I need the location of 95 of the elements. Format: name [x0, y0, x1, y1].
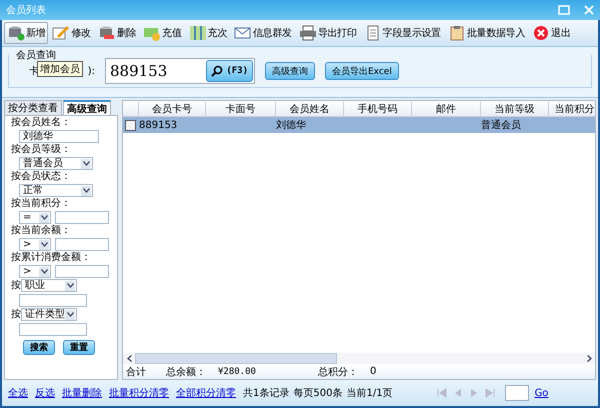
database-add-icon: [7, 25, 25, 41]
tooltip: 增加会员: [37, 61, 83, 77]
operator-dropdown[interactable]: >: [19, 265, 51, 278]
page-field[interactable]: [504, 385, 529, 401]
column-header[interactable]: 邮件: [411, 102, 480, 116]
totals-label: 合计: [126, 366, 147, 378]
tab[interactable]: 按分类查看: [4, 100, 62, 115]
horizontal-scrollbar[interactable]: [123, 353, 595, 364]
database-delete-icon: [98, 25, 116, 41]
window-title: 会员列表: [6, 4, 47, 17]
value-field[interactable]: [55, 211, 109, 224]
filter-button[interactable]: 搜索: [23, 340, 55, 355]
filter-label: 按: [11, 308, 21, 320]
column-header[interactable]: 会员姓名: [275, 102, 343, 116]
group-title: 会员查询: [14, 48, 58, 62]
column-header[interactable]: 手机号码: [343, 102, 411, 116]
value-field[interactable]: [19, 294, 87, 307]
caret-icon: [39, 240, 49, 250]
close-icon: [532, 25, 550, 41]
footer-link[interactable]: 反选: [35, 386, 55, 400]
printer-icon: [298, 25, 317, 41]
toolbar-button[interactable]: 充次: [186, 22, 230, 44]
field-dropdown[interactable]: 职业: [21, 279, 77, 292]
scroll-thumb[interactable]: [135, 353, 337, 364]
filter-label: 按会员姓名：: [11, 117, 71, 129]
caret-icon: [39, 266, 49, 276]
value-field[interactable]: [19, 323, 87, 336]
caret-icon: [39, 212, 49, 222]
paging-info: 当前1/1页: [346, 386, 393, 400]
footer-link[interactable]: 批量删除: [62, 386, 102, 400]
totals-label: 总余额：: [166, 366, 206, 378]
column-header[interactable]: 卡面号: [205, 102, 275, 116]
field-dropdown[interactable]: 证件类型: [21, 308, 77, 321]
mail-icon: [234, 25, 252, 41]
filter-label: 按会员状态：: [11, 171, 71, 183]
money-icon: [143, 25, 162, 41]
next-page-icon[interactable]: [468, 388, 479, 398]
dropdown[interactable]: 普通会员: [19, 157, 93, 170]
map-icon: [188, 25, 207, 41]
toolbar-button[interactable]: 充值: [140, 22, 185, 44]
query-button[interactable]: 高级查询: [265, 62, 315, 80]
table-row[interactable]: 889153 刘德华 普通会员: [123, 117, 595, 133]
filter-label: 按会员等级：: [11, 144, 71, 156]
toolbar-button[interactable]: 修改: [49, 22, 94, 44]
filter-label: 按累计消费金额：: [11, 252, 91, 264]
dropdown[interactable]: 正常: [19, 184, 93, 197]
operator-dropdown[interactable]: >: [19, 238, 51, 251]
value-field[interactable]: [55, 265, 109, 278]
filter-label: 按当前余额：: [11, 225, 71, 237]
query-button[interactable]: 会员导出Excel: [325, 62, 399, 80]
balance-value: ¥280.00: [218, 366, 257, 376]
first-page-icon[interactable]: [436, 388, 447, 398]
footer-link[interactable]: 全选: [8, 386, 28, 400]
caret-icon: [65, 280, 75, 290]
caret-icon: [65, 310, 75, 320]
caret-icon: [81, 186, 91, 196]
footer-link[interactable]: 全部积分清零: [176, 386, 236, 400]
pencil-icon: [52, 25, 70, 41]
checkbox[interactable]: [125, 120, 136, 130]
previous-page-icon[interactable]: [452, 388, 463, 398]
filter-label: 按: [11, 280, 21, 292]
filter-label: 按当前积分：: [11, 198, 71, 210]
clipboard-icon: [448, 25, 466, 41]
table-cell: 普通会员: [481, 120, 521, 131]
table-cell: 刘德华: [276, 120, 306, 131]
toolbar-button[interactable]: 信息群发: [231, 22, 295, 44]
tab[interactable]: 高级查询: [63, 100, 111, 115]
toolbar-button[interactable]: 字段显示设置: [360, 22, 444, 44]
column-header[interactable]: 当前等级: [480, 102, 548, 116]
paging-info: 共1条记录: [243, 386, 290, 400]
search-icon: [211, 65, 224, 77]
field-label: ):: [88, 66, 95, 76]
card-number-field[interactable]: 889153 (F3): [105, 58, 255, 84]
close-icon[interactable]: [584, 5, 594, 15]
last-page-icon[interactable]: [484, 388, 495, 398]
paging-info: 每页500条: [293, 387, 342, 400]
maximize-icon[interactable]: [558, 5, 570, 15]
operator-dropdown[interactable]: =: [19, 211, 51, 224]
table-cell: 889153: [139, 120, 178, 130]
toolbar-button[interactable]: 删除: [94, 22, 140, 44]
filter-button[interactable]: 重置: [63, 340, 95, 355]
value-field[interactable]: [55, 238, 109, 251]
points-value: 0: [370, 366, 376, 377]
search-button[interactable]: (F3): [206, 60, 253, 82]
name-field[interactable]: 刘德华: [19, 130, 99, 143]
footer-link[interactable]: 批量积分清零: [109, 386, 169, 400]
toolbar-button[interactable]: 新增: [4, 22, 48, 44]
column-header[interactable]: 当前积分: [548, 102, 595, 116]
toolbar-button[interactable]: 导出打印: [296, 22, 360, 44]
caret-icon: [81, 158, 91, 168]
toolbar-button[interactable]: 退出: [529, 22, 574, 44]
totals-label: 总积分：: [318, 366, 358, 378]
go-link[interactable]: Go: [534, 388, 548, 398]
toolbar-button[interactable]: 批量数据导入: [444, 22, 528, 44]
column-header[interactable]: 会员卡号: [138, 102, 205, 116]
